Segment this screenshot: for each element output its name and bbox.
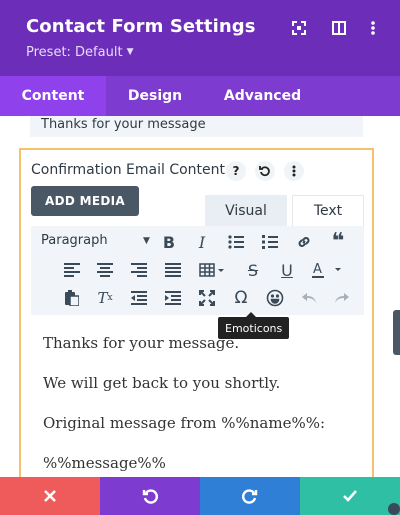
emoticons-tooltip: Emoticons: [218, 312, 290, 339]
check-icon: [343, 490, 357, 502]
caret-down-icon: ▼: [126, 47, 134, 57]
special-character-icon[interactable]: Ω: [230, 287, 252, 309]
text-color-icon[interactable]: A: [308, 259, 348, 281]
modal-header: Contact Form Settings Preset: Default ▼: [0, 0, 400, 76]
tab-text[interactable]: Text: [292, 195, 364, 226]
undo-icon: [142, 489, 158, 504]
redo-button[interactable]: [200, 477, 300, 515]
strikethrough-icon[interactable]: S: [242, 259, 264, 281]
resize-handle[interactable]: [388, 503, 400, 515]
save-button[interactable]: [300, 477, 400, 515]
sidebar-toggle-icon[interactable]: [330, 19, 348, 37]
emoticons-icon[interactable]: [264, 287, 286, 309]
link-icon[interactable]: [293, 231, 315, 253]
reset-icon[interactable]: [255, 161, 275, 181]
align-left-icon[interactable]: [61, 259, 83, 281]
fullscreen-icon[interactable]: [290, 19, 308, 37]
align-right-icon[interactable]: [128, 259, 150, 281]
cancel-button[interactable]: [0, 477, 100, 515]
clear-formatting-icon[interactable]: Tx: [94, 287, 116, 309]
preset-label: Preset: Default: [26, 45, 123, 60]
content-paragraph: Thanks for your message.: [43, 334, 240, 352]
email-content-panel: Confirmation Email Content ? ADD MEDIA V…: [19, 148, 374, 490]
action-bar: [0, 477, 400, 515]
blockquote-icon[interactable]: ❝: [327, 231, 349, 253]
editor-content[interactable]: Thanks for your message. We will get bac…: [31, 315, 364, 490]
previous-text-field[interactable]: Thanks for your message: [30, 116, 363, 137]
italic-icon[interactable]: I: [191, 231, 213, 253]
bulleted-list-icon[interactable]: [225, 231, 247, 253]
close-icon: [44, 490, 56, 502]
indent-icon[interactable]: [162, 287, 184, 309]
preset-selector[interactable]: Preset: Default ▼: [26, 45, 133, 60]
align-justify-icon[interactable]: [162, 259, 184, 281]
content-paragraph: %%message%%: [43, 454, 166, 472]
underline-icon[interactable]: U: [276, 259, 298, 281]
field-label: Confirmation Email Content: [31, 162, 225, 178]
table-icon[interactable]: [196, 259, 230, 281]
numbered-list-icon[interactable]: [259, 231, 281, 253]
help-icon[interactable]: ?: [226, 161, 246, 181]
redo-icon[interactable]: [331, 287, 353, 309]
paste-icon[interactable]: [61, 287, 83, 309]
scrollbar[interactable]: [393, 310, 400, 355]
format-select[interactable]: Paragraph: [41, 233, 108, 248]
add-media-button[interactable]: ADD MEDIA: [31, 186, 139, 216]
undo-icon[interactable]: [298, 287, 320, 309]
content-paragraph: We will get back to you shortly.: [43, 374, 281, 392]
outdent-icon[interactable]: [128, 287, 150, 309]
editor-toolbar: Paragraph ▼ B I ❝ S U A T x Ω: [31, 226, 364, 315]
redo-icon: [242, 489, 258, 504]
fullscreen-icon[interactable]: [196, 287, 218, 309]
tab-visual[interactable]: Visual: [205, 195, 287, 226]
svg-text:A: A: [313, 262, 322, 277]
tab-content[interactable]: Content: [0, 76, 106, 116]
more-vertical-icon[interactable]: [364, 19, 382, 37]
modal-title: Contact Form Settings: [26, 16, 256, 37]
content-paragraph: Original message from %%name%%:: [43, 414, 326, 432]
settings-tabs: Content Design Advanced: [0, 76, 400, 116]
more-vertical-icon[interactable]: [284, 161, 304, 181]
tab-design[interactable]: Design: [106, 76, 204, 116]
undo-button[interactable]: [100, 477, 200, 515]
tab-advanced[interactable]: Advanced: [204, 76, 321, 116]
align-center-icon[interactable]: [94, 259, 116, 281]
bold-icon[interactable]: B: [158, 231, 180, 253]
caret-down-icon: ▼: [143, 236, 150, 246]
